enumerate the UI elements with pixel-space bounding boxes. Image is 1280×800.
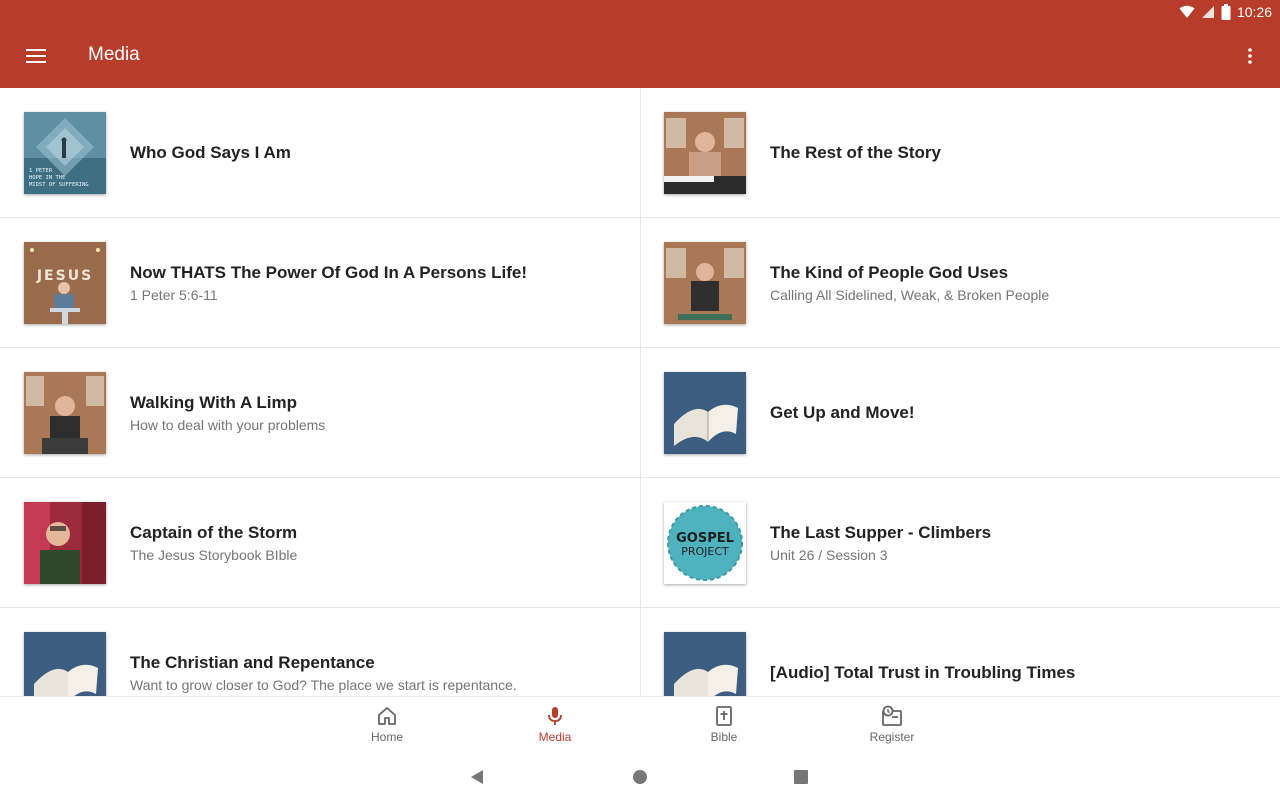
back-icon: [471, 770, 483, 784]
home-icon: [378, 707, 396, 725]
media-title: Get Up and Move!: [770, 403, 915, 422]
media-thumbnail: [664, 112, 746, 194]
status-time: 10:26: [1236, 4, 1272, 20]
media-thumbnail: [664, 372, 746, 454]
media-thumbnail: [24, 502, 106, 584]
status-icons: 10:26: [1179, 3, 1272, 21]
media-title: Captain of the Storm: [130, 523, 298, 542]
home-circle-icon: [633, 770, 647, 784]
thumb-text: MIDST OF SUFFERING: [29, 182, 89, 188]
app-bar: Media: [0, 24, 1280, 88]
media-title: The Rest of the Story: [770, 143, 941, 162]
media-title: [Audio] Total Trust in Troubling Times: [770, 663, 1076, 682]
media-subtitle: Unit 26 / Session 3: [770, 547, 888, 563]
cell-signal-icon: [1201, 6, 1214, 18]
thumb-text: 1 PETER: [29, 168, 53, 174]
nav-item-media[interactable]: Media: [495, 697, 615, 755]
menu-icon: [26, 49, 46, 63]
battery-icon: [1221, 4, 1231, 20]
menu-button[interactable]: [16, 36, 56, 76]
thumb-text: HOPE IN THE: [29, 175, 65, 181]
media-thumbnail: [664, 632, 746, 696]
media-item[interactable]: GOSPEL PROJECT The Last Supper - Climber…: [640, 478, 1280, 608]
system-navigation-bar: [0, 754, 1280, 800]
media-title: Now THATS The Power Of God In A Persons …: [130, 263, 528, 282]
thumb-text: JESUS: [36, 268, 93, 284]
nav-item-register[interactable]: Register: [832, 697, 952, 755]
wifi-icon: [1179, 5, 1195, 18]
nav-label: Bible: [710, 730, 738, 744]
media-title: Walking With A Limp: [130, 393, 297, 412]
media-grid: 1 PETER HOPE IN THE MIDST OF SUFFERING W…: [0, 88, 1280, 696]
media-thumbnail: 1 PETER HOPE IN THE MIDST OF SUFFERING: [24, 112, 106, 194]
recents-icon: [794, 770, 808, 784]
media-thumbnail: GOSPEL PROJECT: [664, 502, 746, 584]
media-thumbnail: [24, 632, 106, 696]
media-item[interactable]: Get Up and Move!: [640, 348, 1280, 478]
media-thumbnail: JESUS: [24, 242, 106, 324]
media-subtitle: Calling All Sidelined, Weak, & Broken Pe…: [770, 287, 1050, 303]
media-item[interactable]: [Audio] Total Trust in Troubling Times: [640, 608, 1280, 696]
nav-label: Home: [370, 730, 403, 744]
media-subtitle: Want to grow closer to God? The place we…: [130, 677, 517, 693]
system-home-button[interactable]: [629, 766, 651, 788]
media-thumbnail: [24, 372, 106, 454]
nav-label: Media: [538, 730, 572, 744]
media-title: The Last Supper - Climbers: [770, 523, 992, 542]
media-item[interactable]: Walking With A Limp How to deal with you…: [0, 348, 640, 478]
microphone-icon: [548, 707, 562, 725]
media-item[interactable]: The Kind of People God Uses Calling All …: [640, 218, 1280, 348]
media-subtitle: 1 Peter 5:6-11: [130, 287, 218, 303]
system-back-button[interactable]: [466, 766, 488, 788]
more-options-button[interactable]: [1236, 36, 1264, 76]
bible-icon: [716, 706, 732, 726]
media-item[interactable]: The Rest of the Story: [640, 88, 1280, 218]
register-icon: [882, 705, 902, 726]
page-title: Media: [88, 44, 140, 65]
media-title: Who God Says I Am: [130, 143, 291, 162]
media-item[interactable]: Captain of the Storm The Jesus Storybook…: [0, 478, 640, 608]
more-vert-icon: [1248, 48, 1252, 64]
bottom-navigation: Home Media Bible Register: [0, 696, 1280, 754]
media-subtitle: The Jesus Storybook BIble: [130, 547, 298, 563]
media-subtitle: How to deal with your problems: [130, 417, 326, 433]
media-item[interactable]: 1 PETER HOPE IN THE MIDST OF SUFFERING W…: [0, 88, 640, 218]
nav-item-home[interactable]: Home: [327, 697, 447, 755]
nav-label: Register: [869, 730, 915, 744]
media-item[interactable]: The Christian and Repentance Want to gro…: [0, 608, 640, 696]
media-title: The Christian and Repentance: [130, 653, 375, 672]
system-recents-button[interactable]: [790, 766, 812, 788]
media-thumbnail: [664, 242, 746, 324]
thumb-text: GOSPEL: [676, 531, 734, 546]
status-bar: 10:26: [0, 0, 1280, 24]
media-item[interactable]: JESUS Now THATS The Power Of God In A Pe…: [0, 218, 640, 348]
thumb-text: PROJECT: [681, 545, 729, 558]
media-title: The Kind of People God Uses: [770, 263, 1009, 282]
nav-item-bible[interactable]: Bible: [664, 697, 784, 755]
